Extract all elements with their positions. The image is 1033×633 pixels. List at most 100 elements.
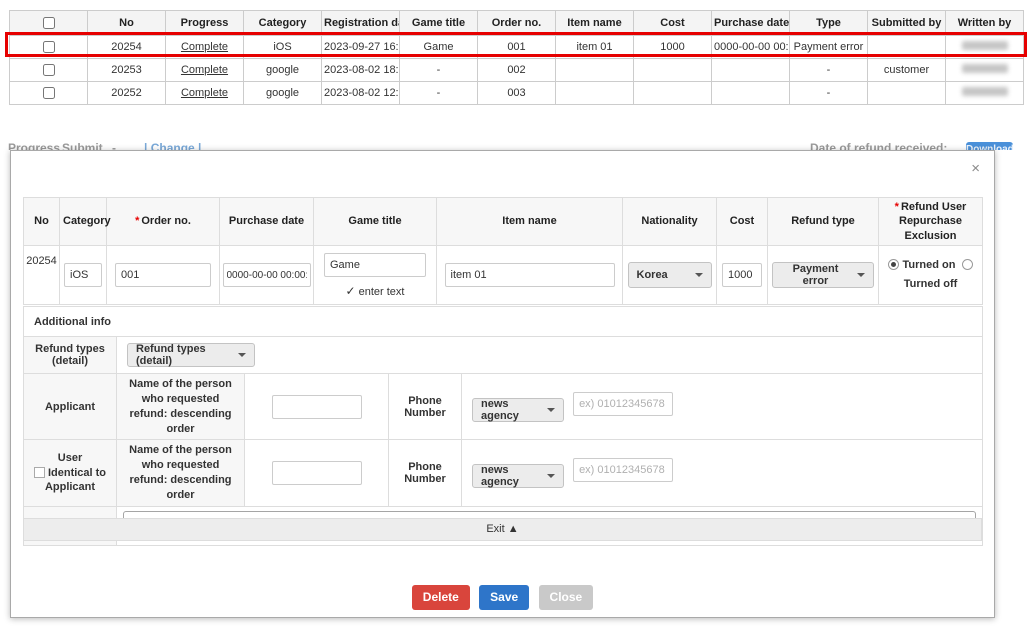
header-nationality: Nationality <box>623 198 717 246</box>
header-game-title: Game title <box>314 198 437 246</box>
cell-submitted-by <box>868 82 946 105</box>
cell-order-no: 002 <box>478 59 556 82</box>
identical-checkbox[interactable] <box>34 467 45 478</box>
refund-types-dropdown[interactable]: Refund types (detail) <box>127 343 255 367</box>
header-item-name: Item name <box>437 198 623 246</box>
redacted-written-by <box>962 87 1008 96</box>
user-name-field[interactable] <box>272 461 362 485</box>
applicant-carrier-dropdown[interactable]: news agency <box>472 398 564 422</box>
turned-on-radio[interactable] <box>888 259 899 270</box>
row-select-cell <box>10 59 88 82</box>
header-purchase-date: Purchase date <box>220 198 314 246</box>
cell-registration-date: 2023-09-27 16:57:21 <box>322 36 400 59</box>
cell-no: 20253 <box>88 59 166 82</box>
no-value: 20254 <box>24 246 60 305</box>
column-header-game-title: Game title <box>400 11 478 36</box>
applicant-name-field[interactable] <box>272 395 362 419</box>
cell-type: - <box>790 59 868 82</box>
cell-progress: Complete <box>166 36 244 59</box>
row-checkbox[interactable] <box>43 87 55 99</box>
cell-item-name: item 01 <box>556 36 634 59</box>
identical-to-applicant-option[interactable]: Identical to Applicant <box>27 466 113 495</box>
turned-off-radio[interactable] <box>962 259 973 270</box>
header-refund-type: Refund type <box>768 198 879 246</box>
header-order-no: *Order no. <box>107 198 220 246</box>
column-header-type: Type <box>790 11 868 36</box>
cell-submitted-by: customer <box>868 59 946 82</box>
user-phone-field[interactable] <box>573 458 673 482</box>
column-header-purchase-date: Purchase date <box>712 11 790 36</box>
cost-field[interactable] <box>722 263 762 287</box>
category-field[interactable] <box>64 263 102 287</box>
cell-submitted-by <box>868 36 946 59</box>
cell-purchase-date: 0000-00-00 00:00:00 <box>712 36 790 59</box>
cell-cost: 1000 <box>634 36 712 59</box>
nationality-dropdown[interactable]: Korea <box>628 262 712 288</box>
redacted-written-by <box>962 41 1008 50</box>
delete-button[interactable]: Delete <box>412 585 470 610</box>
progress-link[interactable]: Complete <box>181 64 228 76</box>
item-name-field[interactable] <box>445 263 615 287</box>
cell-order-no: 003 <box>478 82 556 105</box>
save-button[interactable]: Save <box>479 585 529 610</box>
turned-on-label: Turned on <box>902 259 955 271</box>
cell-no: 20252 <box>88 82 166 105</box>
column-header-cost: Cost <box>634 11 712 36</box>
check-icon: ✓ <box>346 284 356 298</box>
bg-progress-label: Progress <box>8 141 60 150</box>
identical-label: Identical to Applicant <box>45 467 106 493</box>
table-row: 20252 Complete google2023-08-02 12:29:07 - 0… <box>10 82 1024 105</box>
refund-type-dropdown[interactable]: Payment error <box>772 262 874 288</box>
download-button[interactable]: Download <box>966 142 1013 150</box>
cell-written-by <box>946 82 1024 105</box>
chevron-down-icon <box>547 474 555 478</box>
modal-actions: Delete Save Close <box>11 585 994 610</box>
order-no-field[interactable] <box>115 263 211 287</box>
row-checkbox[interactable] <box>43 64 55 76</box>
cell-written-by <box>946 59 1024 82</box>
column-header-progress: Progress <box>166 11 244 36</box>
cell-written-by <box>946 36 1024 59</box>
cell-type: - <box>790 82 868 105</box>
chevron-down-icon <box>547 408 555 412</box>
progress-link[interactable]: Complete <box>181 41 228 53</box>
user-phone-label: Phone Number <box>389 440 462 506</box>
cell-item-name <box>556 82 634 105</box>
exclusion-radios: Turned on Turned off <box>879 246 983 305</box>
column-header-no: No <box>88 11 166 36</box>
exit-collapse-button[interactable]: Exit ▲ <box>23 518 982 541</box>
cell-category: google <box>244 82 322 105</box>
cell-category: google <box>244 59 322 82</box>
refund-types-label: Refund types (detail) <box>24 337 117 374</box>
column-header-order-no-: Order no. <box>478 11 556 36</box>
user-carrier-dropdown[interactable]: news agency <box>472 464 564 488</box>
user-name-desc: Name of the person who requested refund:… <box>117 440 245 506</box>
close-icon[interactable]: × <box>971 163 980 175</box>
cell-progress: Complete <box>166 59 244 82</box>
row-select-cell <box>10 82 88 105</box>
bg-refund-date-label: Date of refund received: <box>810 141 947 150</box>
cell-progress: Complete <box>166 82 244 105</box>
row-checkbox[interactable] <box>43 41 55 53</box>
column-header-submitted-by: Submitted by <box>868 11 946 36</box>
cell-category: iOS <box>244 36 322 59</box>
bg-change-link[interactable]: | Change | <box>144 141 201 150</box>
cell-registration-date: 2023-08-02 12:29:07 <box>322 82 400 105</box>
header-category: Category <box>60 198 107 246</box>
user-label: User <box>27 452 113 464</box>
cell-game-title: - <box>400 59 478 82</box>
column-header-category: Category <box>244 11 322 36</box>
column-header-written-by: Written by <box>946 11 1024 36</box>
triangle-up-icon: ▲ <box>508 523 519 535</box>
progress-link[interactable]: Complete <box>181 87 228 99</box>
enter-text-option[interactable]: ✓enter text <box>316 284 434 298</box>
required-asterisk: * <box>135 215 139 227</box>
purchase-date-field[interactable] <box>223 263 311 287</box>
background-page-strip: Progress Submit - | Change | Date of ref… <box>0 141 1033 150</box>
chevron-down-icon <box>238 353 246 357</box>
game-title-field[interactable] <box>324 253 426 277</box>
select-all-checkbox[interactable] <box>43 17 55 29</box>
applicant-phone-field[interactable] <box>573 392 673 416</box>
refund-detail-modal: × No Category *Order no. Purchase date G… <box>10 150 995 618</box>
close-button[interactable]: Close <box>539 585 594 610</box>
